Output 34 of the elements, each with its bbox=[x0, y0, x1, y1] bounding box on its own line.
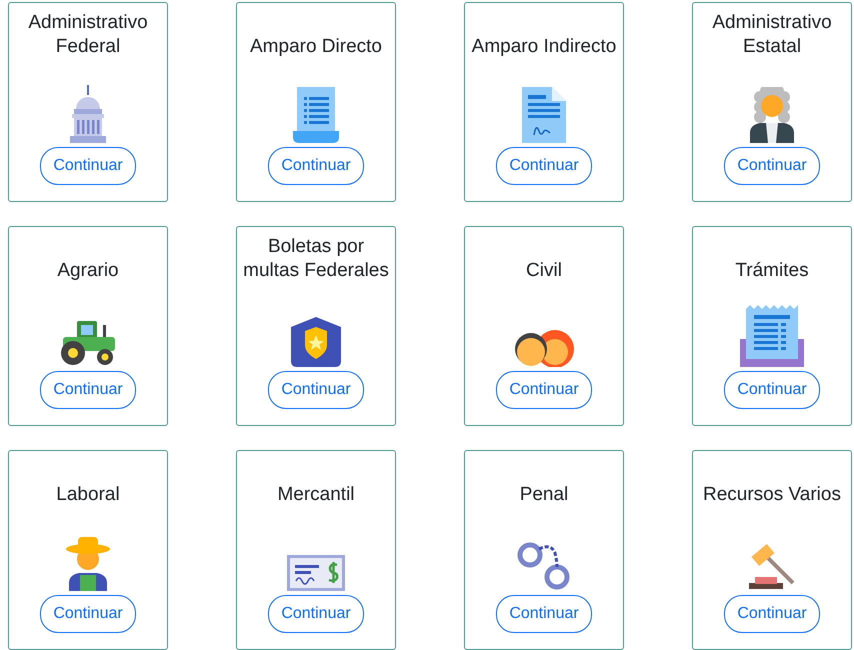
police-badge-icon bbox=[291, 317, 341, 367]
card-title: Laboral bbox=[56, 483, 120, 507]
continue-button[interactable]: Continuar bbox=[40, 595, 136, 633]
continue-button[interactable]: Continuar bbox=[724, 147, 820, 185]
card-title: Boletas por multas Federales bbox=[242, 235, 390, 283]
card-title: Agrario bbox=[57, 259, 119, 283]
continue-button[interactable]: Continuar bbox=[724, 595, 820, 633]
card-title: Trámites bbox=[735, 259, 809, 283]
continue-button[interactable]: Continuar bbox=[724, 371, 820, 409]
card-title: Administrativo Estatal bbox=[711, 11, 833, 59]
card-title: Mercantil bbox=[277, 483, 355, 507]
signed-document-icon bbox=[522, 87, 566, 143]
card-title: Penal bbox=[520, 483, 568, 507]
continue-button[interactable]: Continuar bbox=[496, 595, 592, 633]
capitol-icon bbox=[68, 85, 108, 143]
document-icon bbox=[293, 87, 339, 143]
continue-button[interactable]: Continuar bbox=[40, 147, 136, 185]
card-title: Recursos Varios bbox=[703, 483, 841, 507]
card-title: Amparo Directo bbox=[250, 35, 382, 59]
judge-icon bbox=[750, 87, 794, 143]
card-title: Amparo Indirecto bbox=[472, 35, 616, 59]
continue-button[interactable]: Continuar bbox=[496, 147, 592, 185]
farmer-icon bbox=[65, 535, 111, 591]
card-title: Civil bbox=[526, 259, 562, 283]
card-title: Administrativo Federal bbox=[27, 11, 149, 59]
continue-button[interactable]: Continuar bbox=[268, 371, 364, 409]
continue-button[interactable]: Continuar bbox=[268, 595, 364, 633]
continue-button[interactable]: Continuar bbox=[40, 371, 136, 409]
check-icon bbox=[287, 555, 345, 591]
continue-button[interactable]: Continuar bbox=[268, 147, 364, 185]
continue-button[interactable]: Continuar bbox=[496, 371, 592, 409]
gavel-icon bbox=[747, 541, 797, 591]
tractor-icon bbox=[59, 319, 117, 367]
receipt-icon bbox=[740, 305, 804, 367]
